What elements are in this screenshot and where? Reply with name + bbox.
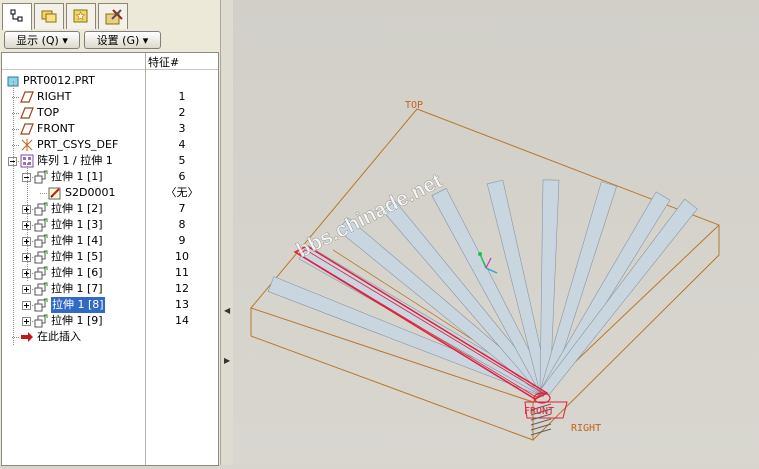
folder-icon bbox=[41, 10, 57, 23]
insert-here-arrow-icon bbox=[21, 332, 33, 342]
right-plane-label: RIGHT bbox=[571, 423, 601, 434]
extrude-icon bbox=[34, 298, 48, 312]
tree-row[interactable]: RIGHT 1 bbox=[2, 89, 218, 105]
tree-row[interactable]: S2D0001 〈无〉 bbox=[2, 185, 218, 201]
feature-number: 10 bbox=[175, 250, 189, 263]
tree-row-label: 拉伸 1 [7] bbox=[51, 282, 103, 295]
feature-number: 5 bbox=[178, 154, 186, 167]
tree-header: 特征# bbox=[2, 53, 218, 70]
tree-row-label: 拉伸 1 [6] bbox=[51, 266, 103, 279]
top-plane-label: TOP bbox=[405, 100, 423, 111]
tree-row[interactable]: TOP 2 bbox=[2, 105, 218, 121]
extrude-icon bbox=[34, 234, 48, 248]
tree-row-label: 拉伸 1 [3] bbox=[51, 218, 103, 231]
fan-blade[interactable] bbox=[540, 198, 698, 396]
tree-row-label: 阵列 1 / 拉伸 1 bbox=[37, 154, 113, 167]
tree-row[interactable]: 拉伸 1 [2] 7 bbox=[2, 201, 218, 217]
coordinate-system-icon bbox=[21, 139, 33, 151]
extrude-icon bbox=[34, 282, 48, 296]
feature-number: 14 bbox=[175, 314, 189, 327]
favorites-tab[interactable] bbox=[66, 3, 96, 29]
tree-trunk-line bbox=[27, 163, 28, 281]
tree-row-label: RIGHT bbox=[37, 90, 72, 103]
tree-row[interactable]: 拉伸 1 [9] 14 bbox=[2, 313, 218, 329]
feature-number-header[interactable]: 特征# bbox=[148, 54, 179, 70]
panel-splitter[interactable]: ◀ ▶ bbox=[221, 0, 233, 465]
tree-toolbar: 显示 (Q) ▾ 设置 (G) ▾ bbox=[0, 30, 220, 52]
blade-fan bbox=[267, 179, 698, 398]
datum-plane-icon bbox=[20, 123, 34, 135]
model-tree-tab[interactable] bbox=[2, 3, 32, 30]
feature-number: 9 bbox=[178, 234, 186, 247]
tree-row-label: 拉伸 1 [5] bbox=[51, 250, 103, 263]
tree-row-label: PRT_CSYS_DEF bbox=[37, 138, 119, 151]
tree-row-label: 拉伸 1 [1] bbox=[51, 170, 103, 183]
tree-row-label: TOP bbox=[37, 106, 60, 119]
model-tree-icon bbox=[10, 9, 23, 22]
favorites-icon bbox=[73, 9, 88, 23]
model-scene: TOP FRONT RIGHT bbs.chinade.net bbox=[250, 100, 720, 441]
tree-row-label: PRT0012.PRT bbox=[23, 74, 95, 87]
tree-row[interactable]: 阵列 1 / 拉伸 1 5 bbox=[2, 153, 218, 169]
tree-trunk-line bbox=[13, 81, 14, 345]
tree-row[interactable]: 拉伸 1 [5] 10 bbox=[2, 249, 218, 265]
feature-number: 8 bbox=[178, 218, 186, 231]
navigator-tabs bbox=[0, 0, 220, 30]
tools-tab[interactable] bbox=[98, 3, 128, 29]
tree-row[interactable]: 拉伸 1 [1] 6 bbox=[2, 169, 218, 185]
expand-icon[interactable] bbox=[22, 285, 31, 294]
expand-right-icon[interactable]: ▶ bbox=[224, 356, 230, 365]
extrude-icon bbox=[34, 202, 48, 216]
tree-row[interactable]: 拉伸 1 [7] 12 bbox=[2, 281, 218, 297]
feature-number: 2 bbox=[178, 106, 186, 119]
tree-row-label: S2D0001 bbox=[65, 186, 116, 199]
tree-row-label: 拉伸 1 [2] bbox=[51, 202, 103, 215]
tree-row[interactable]: 拉伸 1 [4] 9 bbox=[2, 233, 218, 249]
folder-browser-tab[interactable] bbox=[34, 3, 64, 29]
tree-row-label: 拉伸 1 [9] bbox=[51, 314, 103, 327]
feature-number: 13 bbox=[175, 298, 189, 311]
graphics-viewport[interactable]: TOP FRONT RIGHT bbs.chinade.net bbox=[233, 0, 759, 465]
feature-number: 〈无〉 bbox=[165, 186, 199, 199]
tree-row[interactable]: PRT_CSYS_DEF 4 bbox=[2, 137, 218, 153]
collapse-left-icon[interactable]: ◀ bbox=[224, 306, 230, 315]
model-tree: 特征# PRT0012.PRT RIGHT 1 TOP 2 FRONT 3 PRT_CSYS_… bbox=[1, 52, 219, 466]
tree-row[interactable]: FRONT 3 bbox=[2, 121, 218, 137]
expand-icon[interactable] bbox=[22, 317, 31, 326]
tools-icon bbox=[105, 9, 123, 25]
feature-number: 11 bbox=[175, 266, 189, 279]
feature-number: 6 bbox=[178, 170, 186, 183]
tree-row-label: 拉伸 1 [8] bbox=[51, 297, 105, 313]
tree-row[interactable]: PRT0012.PRT bbox=[2, 73, 218, 89]
tree-row[interactable]: 拉伸 1 [3] 8 bbox=[2, 217, 218, 233]
tree-row[interactable]: 拉伸 1 [8] 13 bbox=[2, 297, 218, 313]
tree-row[interactable]: 拉伸 1 [6] 11 bbox=[2, 265, 218, 281]
feature-number: 3 bbox=[178, 122, 186, 135]
front-plane-label: FRONT bbox=[524, 406, 554, 417]
tree-row-label: 拉伸 1 [4] bbox=[51, 234, 103, 247]
sketch-icon bbox=[48, 187, 61, 200]
datum-plane-icon bbox=[20, 91, 34, 103]
tree-row[interactable]: 在此插入 bbox=[2, 329, 218, 345]
tree-connector bbox=[40, 193, 47, 194]
datum-plane-icon bbox=[20, 107, 34, 119]
feature-number: 7 bbox=[178, 202, 186, 215]
extrude-icon bbox=[34, 266, 48, 280]
feature-number: 1 bbox=[178, 90, 186, 103]
expand-icon[interactable] bbox=[22, 301, 31, 310]
extrude-icon bbox=[34, 218, 48, 232]
extrude-icon bbox=[34, 250, 48, 264]
model-tree-panel: 显示 (Q) ▾ 设置 (G) ▾ 特征# PRT0012.PRT RIGHT 1 T… bbox=[0, 0, 221, 466]
tree-row-label: 在此插入 bbox=[37, 330, 81, 343]
settings-menu-button[interactable]: 设置 (G) ▾ bbox=[84, 31, 161, 49]
feature-number: 4 bbox=[178, 138, 186, 151]
extrude-icon bbox=[34, 314, 48, 328]
show-menu-button[interactable]: 显示 (Q) ▾ bbox=[4, 31, 80, 49]
tree-row-label: FRONT bbox=[37, 122, 75, 135]
feature-number: 12 bbox=[175, 282, 189, 295]
extrude-icon bbox=[34, 170, 48, 184]
